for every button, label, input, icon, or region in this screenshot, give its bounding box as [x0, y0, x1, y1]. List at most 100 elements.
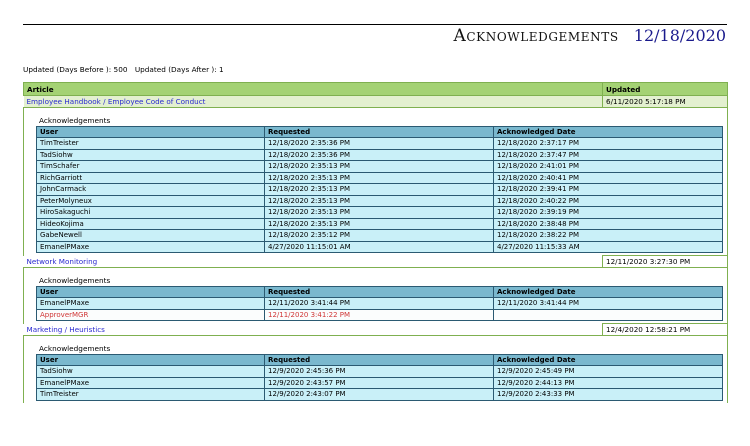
acknowledged-cell: 12/9/2020 2:45:49 PM — [493, 365, 723, 378]
requested-cell: 12/18/2020 2:35:36 PM — [264, 148, 494, 161]
article-row: Network Monitoring 12/11/2020 3:27:30 PM — [23, 255, 728, 268]
table-row: JohnCarmack 12/18/2020 2:35:13 PM 12/18/20… — [36, 183, 723, 196]
articles-table: Article Updated Employee Handbook / Empl… — [23, 82, 728, 403]
acknowledgements-header-row: User Requested Acknowledged Date — [36, 286, 723, 298]
requested-cell: 12/9/2020 2:43:57 PM — [264, 376, 494, 389]
column-header-requested: Requested — [264, 286, 494, 298]
requested-cell: 12/18/2020 2:35:13 PM — [264, 217, 494, 230]
requested-cell: 12/18/2020 2:35:13 PM — [264, 160, 494, 173]
acknowledged-cell: 12/18/2020 2:39:19 PM — [493, 206, 723, 219]
user-cell: GabeNewell — [36, 229, 265, 242]
article-row: Employee Handbook / Employee Code of Con… — [23, 95, 728, 108]
requested-cell: 12/18/2020 2:35:12 PM — [264, 229, 494, 242]
filter-summary: Updated (Days Before ): 500 Updated (Day… — [23, 65, 224, 74]
requested-cell: 12/18/2020 2:35:13 PM — [264, 194, 494, 207]
table-row: PeterMolyneux 12/18/2020 2:35:13 PM 12/18/… — [36, 194, 723, 207]
table-row: TadSiohw 12/18/2020 2:35:36 PM 12/18/2020 … — [36, 148, 723, 161]
article-link[interactable]: Network Monitoring — [23, 255, 603, 268]
article-detail: Acknowledgements User Requested Acknowledge… — [23, 107, 728, 256]
acknowledgements-caption: Acknowledgements — [39, 276, 111, 285]
table-row: EmanelPMaxe 12/11/2020 3:41:44 PM 12/11/20… — [36, 297, 723, 310]
requested-cell: 12/18/2020 2:35:36 PM — [264, 137, 494, 150]
requested-cell: 12/11/2020 3:41:22 PM — [264, 308, 494, 321]
acknowledgements-header-row: User Requested Acknowledged Date — [36, 126, 723, 138]
user-cell: PeterMolyneux — [36, 194, 265, 207]
user-cell: EmanelPMaxe — [36, 376, 265, 389]
article-detail-row: Acknowledgements User Requested Acknowledge… — [23, 107, 728, 256]
column-header-updated: Updated — [602, 82, 728, 96]
column-header-requested: Requested — [264, 126, 494, 138]
requested-cell: 12/18/2020 2:35:13 PM — [264, 171, 494, 184]
acknowledged-cell: 4/27/2020 11:15:33 AM — [493, 240, 723, 253]
acknowledgements-caption: Acknowledgements — [39, 344, 111, 353]
table-row: TimTreister 12/9/2020 2:43:07 PM 12/9/2020… — [36, 388, 723, 401]
acknowledgements-table: User Requested Acknowledged Date TimTreiste… — [36, 126, 723, 253]
user-cell: ApproverMGR — [36, 308, 265, 321]
acknowledged-cell: 12/9/2020 2:44:13 PM — [493, 376, 723, 389]
column-header-acknowledged: Acknowledged Date — [493, 286, 723, 298]
report-date: 12/18/2020 — [633, 26, 726, 45]
requested-cell: 12/18/2020 2:35:13 PM — [264, 183, 494, 196]
article-detail: Acknowledgements User Requested Acknowledge… — [23, 335, 728, 403]
acknowledged-cell: 12/18/2020 2:40:22 PM — [493, 194, 723, 207]
table-row: EmanelPMaxe 4/27/2020 11:15:01 AM 4/27/202… — [36, 240, 723, 253]
user-cell: RichGarriott — [36, 171, 265, 184]
acknowledged-cell: 12/18/2020 2:38:22 PM — [493, 229, 723, 242]
report-title: Acknowledgements 12/18/2020 — [454, 26, 726, 46]
user-cell: TimTreister — [36, 137, 265, 150]
user-cell: TadSiohw — [36, 148, 265, 161]
table-row: TadSiohw 12/9/2020 2:45:36 PM 12/9/2020 2:… — [36, 365, 723, 378]
article-link[interactable]: Marketing / Heuristics — [23, 323, 603, 336]
user-cell: JohnCarmack — [36, 183, 265, 196]
filter-days-before: Updated (Days Before ): 500 — [23, 65, 128, 74]
column-header-acknowledged: Acknowledged Date — [493, 126, 723, 138]
user-cell: TadSiohw — [36, 365, 265, 378]
acknowledged-cell — [493, 308, 723, 321]
column-header-acknowledged: Acknowledged Date — [493, 354, 723, 366]
acknowledged-cell: 12/9/2020 2:43:33 PM — [493, 388, 723, 401]
acknowledged-cell: 12/18/2020 2:41:01 PM — [493, 160, 723, 173]
requested-cell: 12/9/2020 2:43:07 PM — [264, 388, 494, 401]
requested-cell: 4/27/2020 11:15:01 AM — [264, 240, 494, 253]
column-header-user: User — [36, 354, 265, 366]
acknowledged-cell: 12/18/2020 2:38:48 PM — [493, 217, 723, 230]
table-row: TimSchafer 12/18/2020 2:35:13 PM 12/18/202… — [36, 160, 723, 173]
article-detail-row: Acknowledgements User Requested Acknowledge… — [23, 335, 728, 403]
user-cell: TimSchafer — [36, 160, 265, 173]
table-row: TimTreister 12/18/2020 2:35:36 PM 12/18/20… — [36, 137, 723, 150]
acknowledgements-table: User Requested Acknowledged Date EmanelPMax… — [36, 286, 723, 321]
filter-days-after: Updated (Days After ): 1 — [134, 65, 224, 74]
user-cell: EmanelPMaxe — [36, 240, 265, 253]
articles-body: Employee Handbook / Employee Code of Con… — [23, 95, 728, 403]
acknowledged-cell: 12/11/2020 3:41:44 PM — [493, 297, 723, 310]
requested-cell: 12/9/2020 2:45:36 PM — [264, 365, 494, 378]
articles-header-row: Article Updated — [23, 82, 728, 96]
table-row: RichGarriott 12/18/2020 2:35:13 PM 12/18/2… — [36, 171, 723, 184]
table-row: HiroSakaguchi 12/18/2020 2:35:13 PM 12/18/… — [36, 206, 723, 219]
acknowledgements-table: User Requested Acknowledged Date TadSiohw 12… — [36, 354, 723, 401]
user-cell: HiroSakaguchi — [36, 206, 265, 219]
column-header-user: User — [36, 286, 265, 298]
article-detail-row: Acknowledgements User Requested Acknowledge… — [23, 267, 728, 324]
article-updated: 12/11/2020 3:27:30 PM — [602, 255, 728, 268]
acknowledgements-caption: Acknowledgements — [39, 116, 111, 125]
acknowledged-cell: 12/18/2020 2:37:17 PM — [493, 137, 723, 150]
report-title-text: Acknowledgements — [453, 26, 619, 46]
acknowledged-cell: 12/18/2020 2:40:41 PM — [493, 171, 723, 184]
article-updated: 6/11/2020 5:17:18 PM — [602, 95, 728, 108]
column-header-article: Article — [23, 82, 603, 96]
user-cell: TimTreister — [36, 388, 265, 401]
column-header-requested: Requested — [264, 354, 494, 366]
requested-cell: 12/18/2020 2:35:13 PM — [264, 206, 494, 219]
header-rule — [23, 24, 727, 25]
table-row: GabeNewell 12/18/2020 2:35:12 PM 12/18/202… — [36, 229, 723, 242]
article-link[interactable]: Employee Handbook / Employee Code of Con… — [23, 95, 603, 108]
article-row: Marketing / Heuristics 12/4/2020 12:58:21… — [23, 323, 728, 336]
acknowledged-cell: 12/18/2020 2:39:41 PM — [493, 183, 723, 196]
table-row: EmanelPMaxe 12/9/2020 2:43:57 PM 12/9/2020… — [36, 376, 723, 389]
user-cell: EmanelPMaxe — [36, 297, 265, 310]
table-row: ApproverMGR 12/11/2020 3:41:22 PM — [36, 308, 723, 321]
requested-cell: 12/11/2020 3:41:44 PM — [264, 297, 494, 310]
column-header-user: User — [36, 126, 265, 138]
article-updated: 12/4/2020 12:58:21 PM — [602, 323, 728, 336]
